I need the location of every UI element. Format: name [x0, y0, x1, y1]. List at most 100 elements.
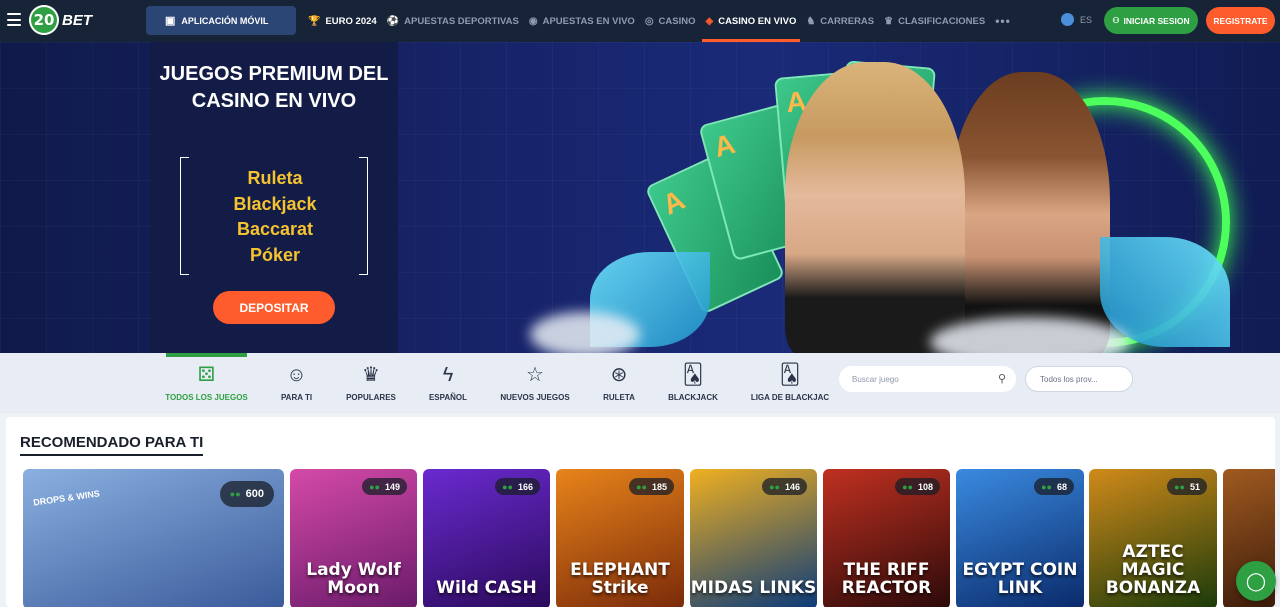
promo-games-box: Ruleta Blackjack Baccarat Póker: [180, 155, 368, 277]
dealer-image-right: [950, 72, 1110, 353]
nav-item-label: CASINO EN VIVO: [718, 15, 797, 27]
top-navigation-bar: 20 BET ▣ APLICACIÓN MÓVIL 🏆 EURO 2024 ⚽ APU…: [0, 0, 1280, 42]
promo-game-name: Ruleta: [247, 168, 303, 188]
hero-artwork: A A A A: [530, 42, 1270, 353]
nav-item-0[interactable]: 🏆 EURO 2024: [308, 0, 377, 42]
game-tile[interactable]: AZTEC MAGIC BONANZA ●● 51: [1089, 469, 1217, 607]
category-tab[interactable]: ♛ POPULARES: [345, 353, 397, 413]
players-icon: ●●: [636, 481, 647, 492]
nav-item-label: CASINO: [658, 15, 696, 27]
lightning-icon: ϟ: [442, 364, 454, 386]
game-title: Wild CASH: [436, 578, 537, 598]
player-count: 51: [1189, 481, 1200, 492]
category-tab[interactable]: ☆ NUEVOS JUEGOS: [500, 353, 570, 413]
nav-item-4[interactable]: ◈ CASINO EN VIVO: [701, 0, 801, 42]
game-title: AZTEC MAGIC BONANZA: [1105, 542, 1201, 598]
nav-item-label: APUESTAS EN VIVO: [542, 15, 635, 27]
cards-icon: 🂡: [779, 364, 801, 386]
live-casino-icon: ◈: [705, 15, 714, 27]
player-count-badge: ●● 185: [629, 478, 674, 495]
globe-icon: [1061, 13, 1074, 26]
dice-icon: ⚄: [197, 364, 216, 386]
players-icon: ●●: [1174, 481, 1185, 492]
mobile-app-label: APLICACIÓN MÓVIL: [181, 15, 269, 26]
players-icon: ●●: [502, 481, 513, 492]
game-tile[interactable]: Lady Wolf Moon ●● 149: [290, 469, 417, 607]
section-title: RECOMENDADO PARA TI: [20, 434, 204, 456]
player-count-badge: ●● 51: [1167, 478, 1207, 495]
player-count-badge: ●● 149: [362, 478, 407, 495]
category-label: POPULARES: [346, 393, 396, 402]
logo-badge: 20: [29, 5, 59, 35]
deposit-button[interactable]: DEPOSITAR: [213, 291, 335, 324]
players-icon: ●●: [369, 481, 380, 492]
nav-item-5[interactable]: ♞ CARRERAS: [806, 0, 874, 42]
game-title: THE RIFF REACTOR: [841, 560, 932, 598]
player-count: 68: [1056, 481, 1067, 492]
category-label: TODOS LOS JUEGOS: [165, 393, 248, 402]
login-button[interactable]: ⚇ INICIAR SESION: [1104, 7, 1198, 34]
language-selector[interactable]: ES: [1061, 13, 1092, 26]
game-title: MIDAS LINKS: [690, 578, 817, 598]
nav-item-2[interactable]: ◉ APUESTAS EN VIVO: [529, 0, 635, 42]
category-label: RULETA: [603, 393, 635, 402]
game-title: ELEPHANT Strike: [570, 560, 670, 598]
site-logo[interactable]: 20 BET: [29, 4, 92, 36]
promo-game-name: Blackjack: [233, 193, 317, 214]
player-count: 600: [245, 488, 264, 500]
star-icon: ☆: [526, 364, 544, 386]
roulette-icon: ⊛: [610, 364, 628, 386]
category-bar: ⚄ TODOS LOS JUEGOS ☺ PARA TI ♛ POPULARES ϟ ESPA…: [0, 353, 1280, 413]
player-count-badge: ●● 600: [219, 481, 274, 507]
promo-panel: JUEGOS PREMIUM DEL CASINO EN VIVO Ruleta…: [150, 42, 398, 353]
promo-game-name: Póker: [249, 244, 301, 265]
category-tab[interactable]: ☺ PARA TI: [274, 353, 319, 413]
nav-item-1[interactable]: ⚽ APUESTAS DEPORTIVAS: [387, 0, 519, 42]
category-label: BLACKJACK: [668, 393, 718, 402]
live-icon: ◉: [528, 15, 538, 27]
player-count: 185: [651, 481, 667, 492]
category-label: PARA TI: [280, 393, 313, 402]
hamburger-menu-icon[interactable]: [7, 13, 21, 26]
search-input[interactable]: Buscar juego ⚲: [839, 366, 1016, 392]
players-icon: ●●: [229, 489, 241, 499]
game-tile[interactable]: ●● 600 DROPS & WINS: [23, 469, 284, 607]
nav-item-label: CLASIFICACIONES: [898, 15, 986, 27]
android-icon: ▣: [165, 15, 176, 27]
category-tab[interactable]: ϟ ESPAÑOL: [426, 353, 470, 413]
chat-icon: ◯: [1245, 570, 1267, 591]
mobile-app-button[interactable]: ▣ APLICACIÓN MÓVIL: [146, 6, 296, 35]
nav-item-6[interactable]: ♛ CLASIFICACIONES: [884, 0, 985, 42]
game-tile[interactable]: EGYPT COIN LINK ●● 68: [956, 469, 1084, 607]
dealer-image-left: [785, 62, 965, 353]
category-label: LIGA DE BLACKJAC: [750, 393, 830, 402]
language-code: ES: [1080, 14, 1093, 25]
game-tile[interactable]: Wild CASH ●● 166: [423, 469, 550, 607]
more-menu-button[interactable]: •••: [995, 0, 1011, 42]
person-star-icon: ☺: [286, 364, 307, 386]
soccer-ball-icon: ⚽: [386, 15, 400, 27]
nav-item-3[interactable]: ◎ CASINO: [645, 0, 696, 42]
search-icon[interactable]: ⚲: [998, 372, 1006, 385]
casino-chip-icon: ◎: [644, 15, 654, 27]
player-count: 149: [384, 481, 400, 492]
category-tab[interactable]: 🂡 BLACKJACK: [666, 353, 720, 413]
game-tile[interactable]: THE RIFF REACTOR ●● 108: [823, 469, 950, 607]
hero-banner[interactable]: JUEGOS PREMIUM DEL CASINO EN VIVO Ruleta…: [0, 42, 1280, 353]
category-tab[interactable]: ⚄ TODOS LOS JUEGOS: [165, 353, 248, 413]
chat-support-button[interactable]: ◯: [1236, 561, 1276, 601]
players-icon: ●●: [769, 481, 780, 492]
player-count: 108: [917, 481, 933, 492]
category-label: NUEVOS JUEGOS: [500, 393, 570, 402]
category-tab[interactable]: 🂡 LIGA DE BLACKJAC: [750, 353, 830, 413]
register-button[interactable]: REGISTRATE: [1206, 7, 1275, 34]
decorative-cloud: [530, 312, 640, 353]
search-placeholder: Buscar juego: [852, 374, 899, 384]
category-tab[interactable]: ⊛ RULETA: [600, 353, 638, 413]
game-tile[interactable]: MIDAS LINKS ●● 146: [690, 469, 817, 607]
crown-icon: ♛: [362, 364, 380, 386]
player-count: 146: [784, 481, 800, 492]
nav-item-label: EURO 2024: [325, 15, 377, 27]
game-tile[interactable]: ELEPHANT Strike ●● 185: [556, 469, 684, 607]
provider-filter[interactable]: Todos los prov...: [1025, 366, 1133, 392]
